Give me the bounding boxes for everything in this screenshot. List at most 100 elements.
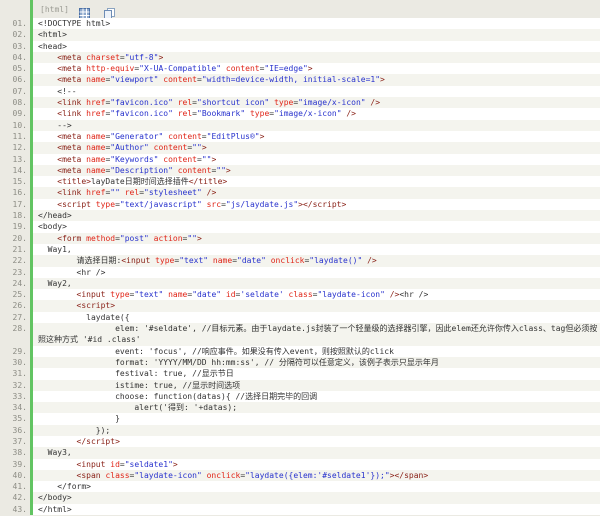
code-line: 35. } — [0, 413, 600, 425]
code-line: 13. <meta name="Keywords" content=""> — [0, 153, 600, 165]
code-text: choose: function(datas){ //选择日期完毕的回调 — [33, 390, 600, 403]
code-text: </html> — [33, 503, 600, 516]
code-line: 43. </html> — [0, 503, 600, 516]
code-line: 12. <meta name="Author" content=""> — [0, 142, 600, 154]
code-body: 01. <!DOCTYPE html> 02. <html> 03. <head> 04. … — [0, 18, 600, 516]
language-label: [html] — [40, 4, 69, 14]
code-text: <input id="seldate1"> — [33, 458, 600, 470]
code-line: 03. <head> — [0, 40, 600, 52]
code-line: 02. <html> — [0, 29, 600, 41]
code-text: <!DOCTYPE html> — [33, 18, 600, 30]
code-text: Way3, — [33, 447, 600, 459]
code-text: <script type="text/javascript" src="js/l… — [33, 198, 600, 211]
line-number: 27. — [12, 312, 27, 322]
code-line: 18. </head> — [0, 210, 600, 222]
line-number: 36. — [12, 425, 27, 435]
code-text: <meta name="Author" content=""> — [33, 142, 600, 154]
code-text: <hr /> — [33, 266, 600, 278]
code-text: <form method="post" action=""> — [33, 232, 600, 244]
code-line: 40. <span class="laydate-icon" onclick="… — [0, 469, 600, 482]
code-text: </script> — [33, 435, 600, 448]
line-number: 12. — [12, 143, 27, 153]
line-number: 37. — [12, 436, 27, 446]
line-number: 15. — [12, 177, 27, 187]
line-number: 20. — [12, 233, 27, 243]
gutter-spacer — [0, 0, 30, 18]
code-text: <meta name="Keywords" content=""> — [33, 153, 600, 165]
code-text: --> — [33, 119, 600, 131]
line-number: 30. — [12, 357, 27, 367]
line-number: 42. — [12, 493, 27, 503]
code-line: 33. choose: function(datas){ //选择日期完毕的回调 — [0, 390, 600, 403]
code-line: 17. <script type="text/javascript" src="… — [0, 198, 600, 211]
code-text: format: 'YYYY/MM/DD hh:mm:ss', // 分隔符可以任… — [33, 356, 600, 369]
code-line: 24. Way2, — [0, 277, 600, 290]
code-text: elem: '#seldate', //目标元素。由于laydate.js封装了… — [33, 323, 600, 346]
code-text: event: 'focus', //响应事件。如果没有传入event，则按照默认… — [33, 345, 600, 357]
line-number: 06. — [12, 75, 27, 85]
line-number: 24. — [12, 278, 27, 288]
code-line: 04. <meta charset="utf-8"> — [0, 51, 600, 64]
line-number: 28. — [12, 324, 27, 334]
code-text: <link href="favicon.ico" rel="shortcut i… — [33, 97, 600, 109]
copy-icon[interactable] — [103, 4, 115, 19]
code-line: 19. <body> — [0, 221, 600, 233]
code-text: </head> — [33, 210, 600, 222]
line-number: 25. — [12, 290, 27, 300]
code-text: <input type="text" name="date" id='selda… — [33, 289, 600, 301]
line-number: 09. — [12, 109, 27, 119]
line-number: 39. — [12, 459, 27, 469]
line-number: 08. — [12, 98, 27, 108]
line-number: 43. — [12, 504, 27, 514]
code-line: 14. <meta name="Description" content=""> — [0, 164, 600, 177]
code-line: 28. elem: '#seldate', //目标元素。由于laydate.j… — [0, 323, 600, 346]
code-text: <html> — [33, 29, 600, 41]
code-line: 34. alert('得到: '+datas); — [0, 402, 600, 414]
line-number: 35. — [12, 414, 27, 424]
code-text: } — [33, 413, 600, 425]
code-line: 01. <!DOCTYPE html> — [0, 18, 600, 30]
code-line: 29. event: 'focus', //响应事件。如果没有传入event，则… — [0, 345, 600, 357]
line-number: 07. — [12, 86, 27, 96]
code-text: <!-- — [33, 85, 600, 98]
line-number: 13. — [12, 154, 27, 164]
code-line: 32. istime: true, //显示时间选项 — [0, 379, 600, 391]
line-number: 34. — [12, 403, 27, 413]
code-text: <meta charset="utf-8"> — [33, 51, 600, 64]
line-number: 17. — [12, 199, 27, 209]
code-text: Way1, — [33, 243, 600, 256]
code-line: 08. <link href="favicon.ico" rel="shortc… — [0, 97, 600, 109]
toolbar-content: [html] — [33, 4, 115, 19]
code-text: <script> — [33, 300, 600, 312]
line-number: 10. — [12, 120, 27, 130]
code-text: istime: true, //显示时间选项 — [33, 379, 600, 391]
code-text: <span class="laydate-icon" onclick="layd… — [33, 469, 600, 482]
line-number: 18. — [12, 211, 27, 221]
code-text: <head> — [33, 40, 600, 52]
code-line: 37. </script> — [0, 435, 600, 448]
code-text: <title>layDate日期时间选择插件</title> — [33, 176, 600, 188]
code-text: <meta name="Description" content=""> — [33, 164, 600, 177]
line-number: 01. — [12, 19, 27, 28]
code-text: alert('得到: '+datas); — [33, 402, 600, 414]
line-number: 32. — [12, 380, 27, 390]
line-number: 04. — [12, 52, 27, 62]
code-text: <link href="" rel="stylesheet" /> — [33, 187, 600, 199]
line-number: 38. — [12, 448, 27, 458]
code-line: 20. <form method="post" action=""> — [0, 232, 600, 244]
code-line: 09. <link href="favicon.ico" rel="Bookma… — [0, 108, 600, 120]
line-number: 02. — [12, 30, 27, 40]
code-line: 23. <hr /> — [0, 266, 600, 278]
line-number: 19. — [12, 222, 27, 232]
code-toolbar: [html] — [0, 0, 600, 19]
code-line: 05. <meta http-equiv="X-UA-Compatible" c… — [0, 63, 600, 75]
line-number: 03. — [12, 41, 27, 51]
code-line: 26. <script> — [0, 300, 600, 312]
code-text: </body> — [33, 492, 600, 504]
line-number: 16. — [12, 188, 27, 198]
code-text: <meta name="viewport" content="width=dev… — [33, 74, 600, 86]
view-plain-icon[interactable] — [78, 4, 90, 19]
line-number: 29. — [12, 346, 27, 356]
line-number: 05. — [12, 64, 27, 74]
code-line: 39. <input id="seldate1"> — [0, 458, 600, 470]
